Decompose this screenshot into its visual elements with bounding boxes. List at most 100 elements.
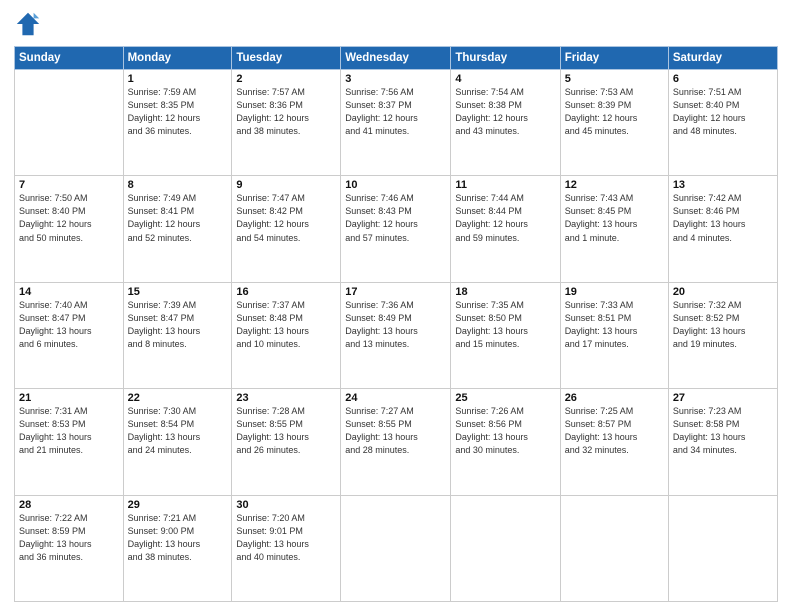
cell-day-number: 11	[455, 179, 555, 191]
cell-day-number: 28	[19, 499, 119, 511]
calendar-cell: 18Sunrise: 7:35 AM Sunset: 8:50 PM Dayli…	[451, 282, 560, 388]
cell-info-text: Sunrise: 7:42 AM Sunset: 8:46 PM Dayligh…	[673, 192, 773, 244]
calendar-cell: 14Sunrise: 7:40 AM Sunset: 8:47 PM Dayli…	[15, 282, 124, 388]
cell-day-number: 20	[673, 286, 773, 298]
calendar-cell	[668, 495, 777, 601]
cell-day-number: 10	[345, 179, 446, 191]
calendar-cell: 5Sunrise: 7:53 AM Sunset: 8:39 PM Daylig…	[560, 70, 668, 176]
calendar-cell: 24Sunrise: 7:27 AM Sunset: 8:55 PM Dayli…	[341, 389, 451, 495]
calendar-cell: 19Sunrise: 7:33 AM Sunset: 8:51 PM Dayli…	[560, 282, 668, 388]
calendar-cell	[451, 495, 560, 601]
cell-info-text: Sunrise: 7:21 AM Sunset: 9:00 PM Dayligh…	[128, 512, 228, 564]
cell-day-number: 16	[236, 286, 336, 298]
cell-info-text: Sunrise: 7:43 AM Sunset: 8:45 PM Dayligh…	[565, 192, 664, 244]
cell-info-text: Sunrise: 7:50 AM Sunset: 8:40 PM Dayligh…	[19, 192, 119, 244]
calendar-cell: 2Sunrise: 7:57 AM Sunset: 8:36 PM Daylig…	[232, 70, 341, 176]
calendar-cell: 13Sunrise: 7:42 AM Sunset: 8:46 PM Dayli…	[668, 176, 777, 282]
cell-info-text: Sunrise: 7:31 AM Sunset: 8:53 PM Dayligh…	[19, 405, 119, 457]
calendar-table: SundayMondayTuesdayWednesdayThursdayFrid…	[14, 46, 778, 602]
cell-day-number: 24	[345, 392, 446, 404]
cell-info-text: Sunrise: 7:32 AM Sunset: 8:52 PM Dayligh…	[673, 299, 773, 351]
calendar-cell: 6Sunrise: 7:51 AM Sunset: 8:40 PM Daylig…	[668, 70, 777, 176]
calendar-cell	[341, 495, 451, 601]
cell-day-number: 21	[19, 392, 119, 404]
calendar-cell: 27Sunrise: 7:23 AM Sunset: 8:58 PM Dayli…	[668, 389, 777, 495]
cell-info-text: Sunrise: 7:44 AM Sunset: 8:44 PM Dayligh…	[455, 192, 555, 244]
cell-day-number: 30	[236, 499, 336, 511]
cell-day-number: 1	[128, 73, 228, 85]
cell-day-number: 22	[128, 392, 228, 404]
calendar-row-3: 21Sunrise: 7:31 AM Sunset: 8:53 PM Dayli…	[15, 389, 778, 495]
cell-day-number: 3	[345, 73, 446, 85]
cell-day-number: 12	[565, 179, 664, 191]
cell-day-number: 25	[455, 392, 555, 404]
calendar-cell	[560, 495, 668, 601]
cell-info-text: Sunrise: 7:56 AM Sunset: 8:37 PM Dayligh…	[345, 86, 446, 138]
header-cell-saturday: Saturday	[668, 47, 777, 70]
calendar-cell: 7Sunrise: 7:50 AM Sunset: 8:40 PM Daylig…	[15, 176, 124, 282]
calendar-cell: 22Sunrise: 7:30 AM Sunset: 8:54 PM Dayli…	[123, 389, 232, 495]
cell-day-number: 8	[128, 179, 228, 191]
cell-info-text: Sunrise: 7:30 AM Sunset: 8:54 PM Dayligh…	[128, 405, 228, 457]
calendar-cell: 28Sunrise: 7:22 AM Sunset: 8:59 PM Dayli…	[15, 495, 124, 601]
cell-day-number: 14	[19, 286, 119, 298]
cell-info-text: Sunrise: 7:39 AM Sunset: 8:47 PM Dayligh…	[128, 299, 228, 351]
calendar-cell: 3Sunrise: 7:56 AM Sunset: 8:37 PM Daylig…	[341, 70, 451, 176]
cell-info-text: Sunrise: 7:27 AM Sunset: 8:55 PM Dayligh…	[345, 405, 446, 457]
cell-info-text: Sunrise: 7:20 AM Sunset: 9:01 PM Dayligh…	[236, 512, 336, 564]
cell-day-number: 18	[455, 286, 555, 298]
calendar-cell: 26Sunrise: 7:25 AM Sunset: 8:57 PM Dayli…	[560, 389, 668, 495]
calendar-cell: 20Sunrise: 7:32 AM Sunset: 8:52 PM Dayli…	[668, 282, 777, 388]
cell-info-text: Sunrise: 7:51 AM Sunset: 8:40 PM Dayligh…	[673, 86, 773, 138]
calendar-cell: 8Sunrise: 7:49 AM Sunset: 8:41 PM Daylig…	[123, 176, 232, 282]
cell-info-text: Sunrise: 7:53 AM Sunset: 8:39 PM Dayligh…	[565, 86, 664, 138]
calendar-cell: 23Sunrise: 7:28 AM Sunset: 8:55 PM Dayli…	[232, 389, 341, 495]
cell-info-text: Sunrise: 7:49 AM Sunset: 8:41 PM Dayligh…	[128, 192, 228, 244]
calendar-cell: 9Sunrise: 7:47 AM Sunset: 8:42 PM Daylig…	[232, 176, 341, 282]
calendar-cell: 15Sunrise: 7:39 AM Sunset: 8:47 PM Dayli…	[123, 282, 232, 388]
header-cell-friday: Friday	[560, 47, 668, 70]
cell-day-number: 17	[345, 286, 446, 298]
cell-day-number: 5	[565, 73, 664, 85]
header-cell-wednesday: Wednesday	[341, 47, 451, 70]
cell-info-text: Sunrise: 7:25 AM Sunset: 8:57 PM Dayligh…	[565, 405, 664, 457]
cell-day-number: 27	[673, 392, 773, 404]
cell-day-number: 15	[128, 286, 228, 298]
cell-day-number: 19	[565, 286, 664, 298]
calendar-cell: 1Sunrise: 7:59 AM Sunset: 8:35 PM Daylig…	[123, 70, 232, 176]
calendar-cell: 11Sunrise: 7:44 AM Sunset: 8:44 PM Dayli…	[451, 176, 560, 282]
cell-info-text: Sunrise: 7:28 AM Sunset: 8:55 PM Dayligh…	[236, 405, 336, 457]
cell-info-text: Sunrise: 7:23 AM Sunset: 8:58 PM Dayligh…	[673, 405, 773, 457]
cell-info-text: Sunrise: 7:35 AM Sunset: 8:50 PM Dayligh…	[455, 299, 555, 351]
cell-day-number: 29	[128, 499, 228, 511]
cell-day-number: 13	[673, 179, 773, 191]
calendar-cell: 21Sunrise: 7:31 AM Sunset: 8:53 PM Dayli…	[15, 389, 124, 495]
calendar-row-4: 28Sunrise: 7:22 AM Sunset: 8:59 PM Dayli…	[15, 495, 778, 601]
cell-info-text: Sunrise: 7:57 AM Sunset: 8:36 PM Dayligh…	[236, 86, 336, 138]
calendar-cell: 12Sunrise: 7:43 AM Sunset: 8:45 PM Dayli…	[560, 176, 668, 282]
cell-info-text: Sunrise: 7:26 AM Sunset: 8:56 PM Dayligh…	[455, 405, 555, 457]
cell-day-number: 23	[236, 392, 336, 404]
cell-day-number: 6	[673, 73, 773, 85]
cell-day-number: 4	[455, 73, 555, 85]
logo-icon	[14, 10, 42, 38]
header	[14, 10, 778, 38]
header-cell-sunday: Sunday	[15, 47, 124, 70]
cell-info-text: Sunrise: 7:47 AM Sunset: 8:42 PM Dayligh…	[236, 192, 336, 244]
calendar-row-2: 14Sunrise: 7:40 AM Sunset: 8:47 PM Dayli…	[15, 282, 778, 388]
calendar-cell: 4Sunrise: 7:54 AM Sunset: 8:38 PM Daylig…	[451, 70, 560, 176]
cell-info-text: Sunrise: 7:54 AM Sunset: 8:38 PM Dayligh…	[455, 86, 555, 138]
calendar-cell: 16Sunrise: 7:37 AM Sunset: 8:48 PM Dayli…	[232, 282, 341, 388]
cell-info-text: Sunrise: 7:40 AM Sunset: 8:47 PM Dayligh…	[19, 299, 119, 351]
page: SundayMondayTuesdayWednesdayThursdayFrid…	[0, 0, 792, 612]
cell-day-number: 7	[19, 179, 119, 191]
cell-day-number: 9	[236, 179, 336, 191]
cell-info-text: Sunrise: 7:37 AM Sunset: 8:48 PM Dayligh…	[236, 299, 336, 351]
cell-info-text: Sunrise: 7:33 AM Sunset: 8:51 PM Dayligh…	[565, 299, 664, 351]
calendar-cell: 17Sunrise: 7:36 AM Sunset: 8:49 PM Dayli…	[341, 282, 451, 388]
cell-info-text: Sunrise: 7:22 AM Sunset: 8:59 PM Dayligh…	[19, 512, 119, 564]
calendar-cell: 29Sunrise: 7:21 AM Sunset: 9:00 PM Dayli…	[123, 495, 232, 601]
calendar-row-0: 1Sunrise: 7:59 AM Sunset: 8:35 PM Daylig…	[15, 70, 778, 176]
cell-info-text: Sunrise: 7:59 AM Sunset: 8:35 PM Dayligh…	[128, 86, 228, 138]
header-cell-tuesday: Tuesday	[232, 47, 341, 70]
